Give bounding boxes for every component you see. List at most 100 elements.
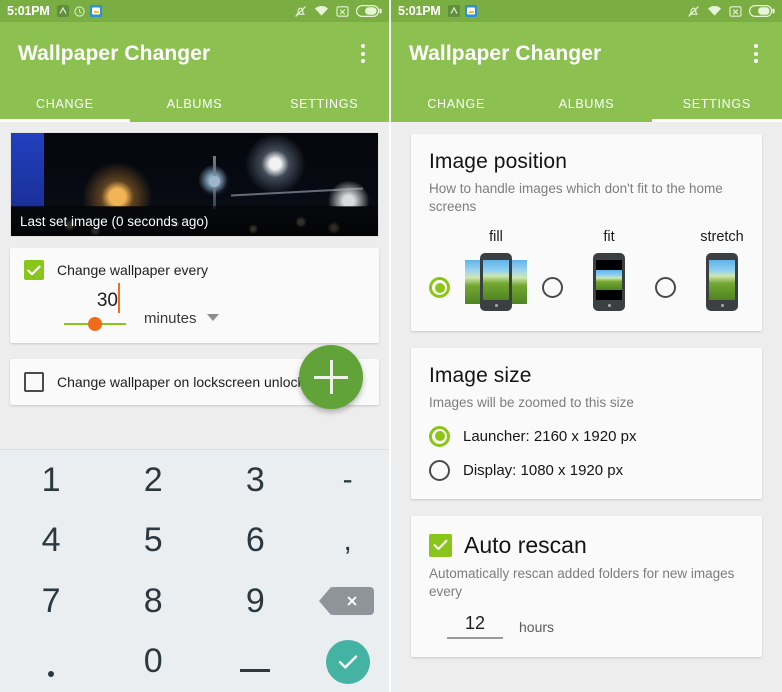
auto-rescan-header[interactable]: Auto rescan (429, 532, 744, 559)
add-fab-button[interactable] (299, 345, 363, 409)
home-button (607, 304, 611, 308)
tab-settings[interactable]: SETTINGS (259, 85, 389, 122)
chevron-down-icon[interactable] (206, 314, 219, 321)
key-comma[interactable]: , (306, 511, 389, 572)
display-label: Display: 1080 x 1920 px (463, 461, 624, 479)
overflow-menu-icon[interactable] (355, 38, 371, 69)
app-badge-icon (56, 5, 69, 17)
option-fill[interactable]: fill (459, 229, 533, 313)
status-bar-system-icons (294, 5, 382, 18)
change-interval-checkbox[interactable] (24, 260, 44, 280)
tab-change[interactable]: CHANGE (0, 85, 130, 122)
rescan-value-field[interactable]: 12 (447, 613, 503, 640)
auto-rescan-checkbox[interactable] (429, 533, 452, 557)
radio-launcher[interactable] (429, 425, 450, 447)
option-stretch[interactable]: stretch (685, 229, 759, 313)
lockscreen-checkbox[interactable] (24, 372, 44, 392)
key-period[interactable] (0, 632, 102, 692)
backspace-icon (319, 587, 375, 616)
image-size-card: Image size Images will be zoomed to this… (411, 348, 762, 499)
fit-illustration (572, 251, 646, 313)
mute-bell-icon (294, 5, 307, 18)
tab-settings[interactable]: SETTINGS (651, 85, 782, 122)
slider-thumb[interactable] (88, 317, 102, 331)
interval-value-field[interactable]: 30 (64, 283, 126, 331)
grass-wallpaper (483, 260, 509, 301)
home-button (720, 304, 724, 308)
app-title-right: Wallpaper Changer (409, 41, 602, 65)
left-screen: 5:01PM Wallpaper Changer CHANGE ALBUMS S… (0, 0, 391, 692)
key-0[interactable]: 0 (102, 632, 204, 692)
app-badge-icon (447, 5, 460, 17)
grass-wallpaper-letterboxed (596, 270, 622, 291)
option-fit[interactable]: fit (572, 229, 646, 313)
text-caret (118, 283, 120, 313)
tab-change-label: CHANGE (35, 96, 94, 111)
interval-slider-track[interactable] (64, 317, 126, 331)
app-title: Wallpaper Changer (18, 41, 211, 65)
overflow-menu-icon[interactable] (748, 38, 764, 69)
grass-wallpaper-stretched (709, 260, 735, 301)
option-fill-label: fill (489, 229, 503, 246)
right-screen: 5:01PM Wallpaper Changer CHANGE ALBUMS S… (391, 0, 782, 692)
clock-icon (73, 5, 85, 17)
key-5[interactable]: 5 (102, 511, 204, 572)
tab-settings-label: SETTINGS (682, 96, 751, 111)
radio-stretch[interactable] (655, 277, 676, 299)
status-bar-system-icons-right (687, 5, 775, 18)
change-interval-card: Change wallpaper every 30 minutes (10, 248, 379, 343)
battery-icon (749, 5, 775, 18)
key-8[interactable]: 8 (102, 571, 204, 632)
tab-albums-label: ALBUMS (166, 96, 223, 111)
app-bar-right: Wallpaper Changer (391, 22, 782, 85)
key-minus[interactable]: - (306, 450, 389, 511)
key-backspace[interactable] (306, 571, 389, 632)
phone-screen (596, 260, 622, 301)
confirm-check-icon (325, 639, 370, 684)
key-9[interactable]: 9 (204, 571, 306, 632)
status-bar-clock: 5:01PM (7, 4, 50, 18)
app-bar: Wallpaper Changer (0, 22, 389, 85)
radio-fill[interactable] (429, 277, 450, 299)
key-3[interactable]: 3 (204, 450, 306, 511)
status-bar-notification-icons-right (447, 5, 477, 17)
key-space[interactable] (204, 632, 306, 692)
auto-rescan-title: Auto rescan (464, 531, 587, 558)
tab-albums[interactable]: ALBUMS (521, 85, 651, 122)
key-6[interactable]: 6 (204, 511, 306, 572)
rescan-interval-editor: 12 hours (447, 613, 744, 640)
image-position-card: Image position How to handle images whic… (411, 134, 762, 332)
blue-wall-edge (11, 133, 45, 208)
change-interval-row[interactable]: Change wallpaper every (24, 260, 365, 280)
last-set-image-preview[interactable]: Last set image (0 seconds ago) (10, 132, 379, 237)
auto-rescan-subtitle: Automatically rescan added folders for n… (429, 565, 735, 599)
radio-display[interactable] (429, 459, 450, 481)
lockscreen-label: Change wallpaper on lockscreen unlock (57, 374, 305, 390)
key-confirm[interactable] (306, 632, 389, 692)
phone-mock (593, 253, 625, 312)
tab-bar-right: CHANGE ALBUMS SETTINGS (391, 85, 782, 122)
image-size-option-launcher[interactable]: Launcher: 2160 x 1920 px (429, 425, 744, 447)
tab-albums-label: ALBUMS (558, 96, 615, 111)
gallery-icon (89, 5, 102, 17)
key-2[interactable]: 2 (102, 450, 204, 511)
plus-icon-vertical (329, 360, 333, 394)
key-4[interactable]: 4 (0, 511, 102, 572)
tab-bar: CHANGE ALBUMS SETTINGS (0, 85, 389, 122)
radio-fit[interactable] (542, 277, 563, 299)
status-bar-clock-right: 5:01PM (398, 4, 441, 18)
interval-unit[interactable]: minutes (144, 310, 197, 331)
key-7[interactable]: 7 (0, 571, 102, 632)
image-size-option-display[interactable]: Display: 1080 x 1920 px (429, 459, 744, 481)
tab-change[interactable]: CHANGE (391, 85, 521, 122)
interval-editor: 30 minutes (64, 283, 365, 331)
mute-bell-icon (687, 5, 700, 18)
image-size-title: Image size (429, 364, 532, 388)
gallery-icon (464, 5, 477, 17)
image-position-options: fill fit stretch (429, 229, 744, 313)
option-fit-label: fit (603, 229, 615, 246)
wifi-icon (314, 5, 329, 17)
preview-caption: Last set image (0 seconds ago) (11, 206, 378, 236)
key-1[interactable]: 1 (0, 450, 102, 511)
tab-albums[interactable]: ALBUMS (130, 85, 260, 122)
